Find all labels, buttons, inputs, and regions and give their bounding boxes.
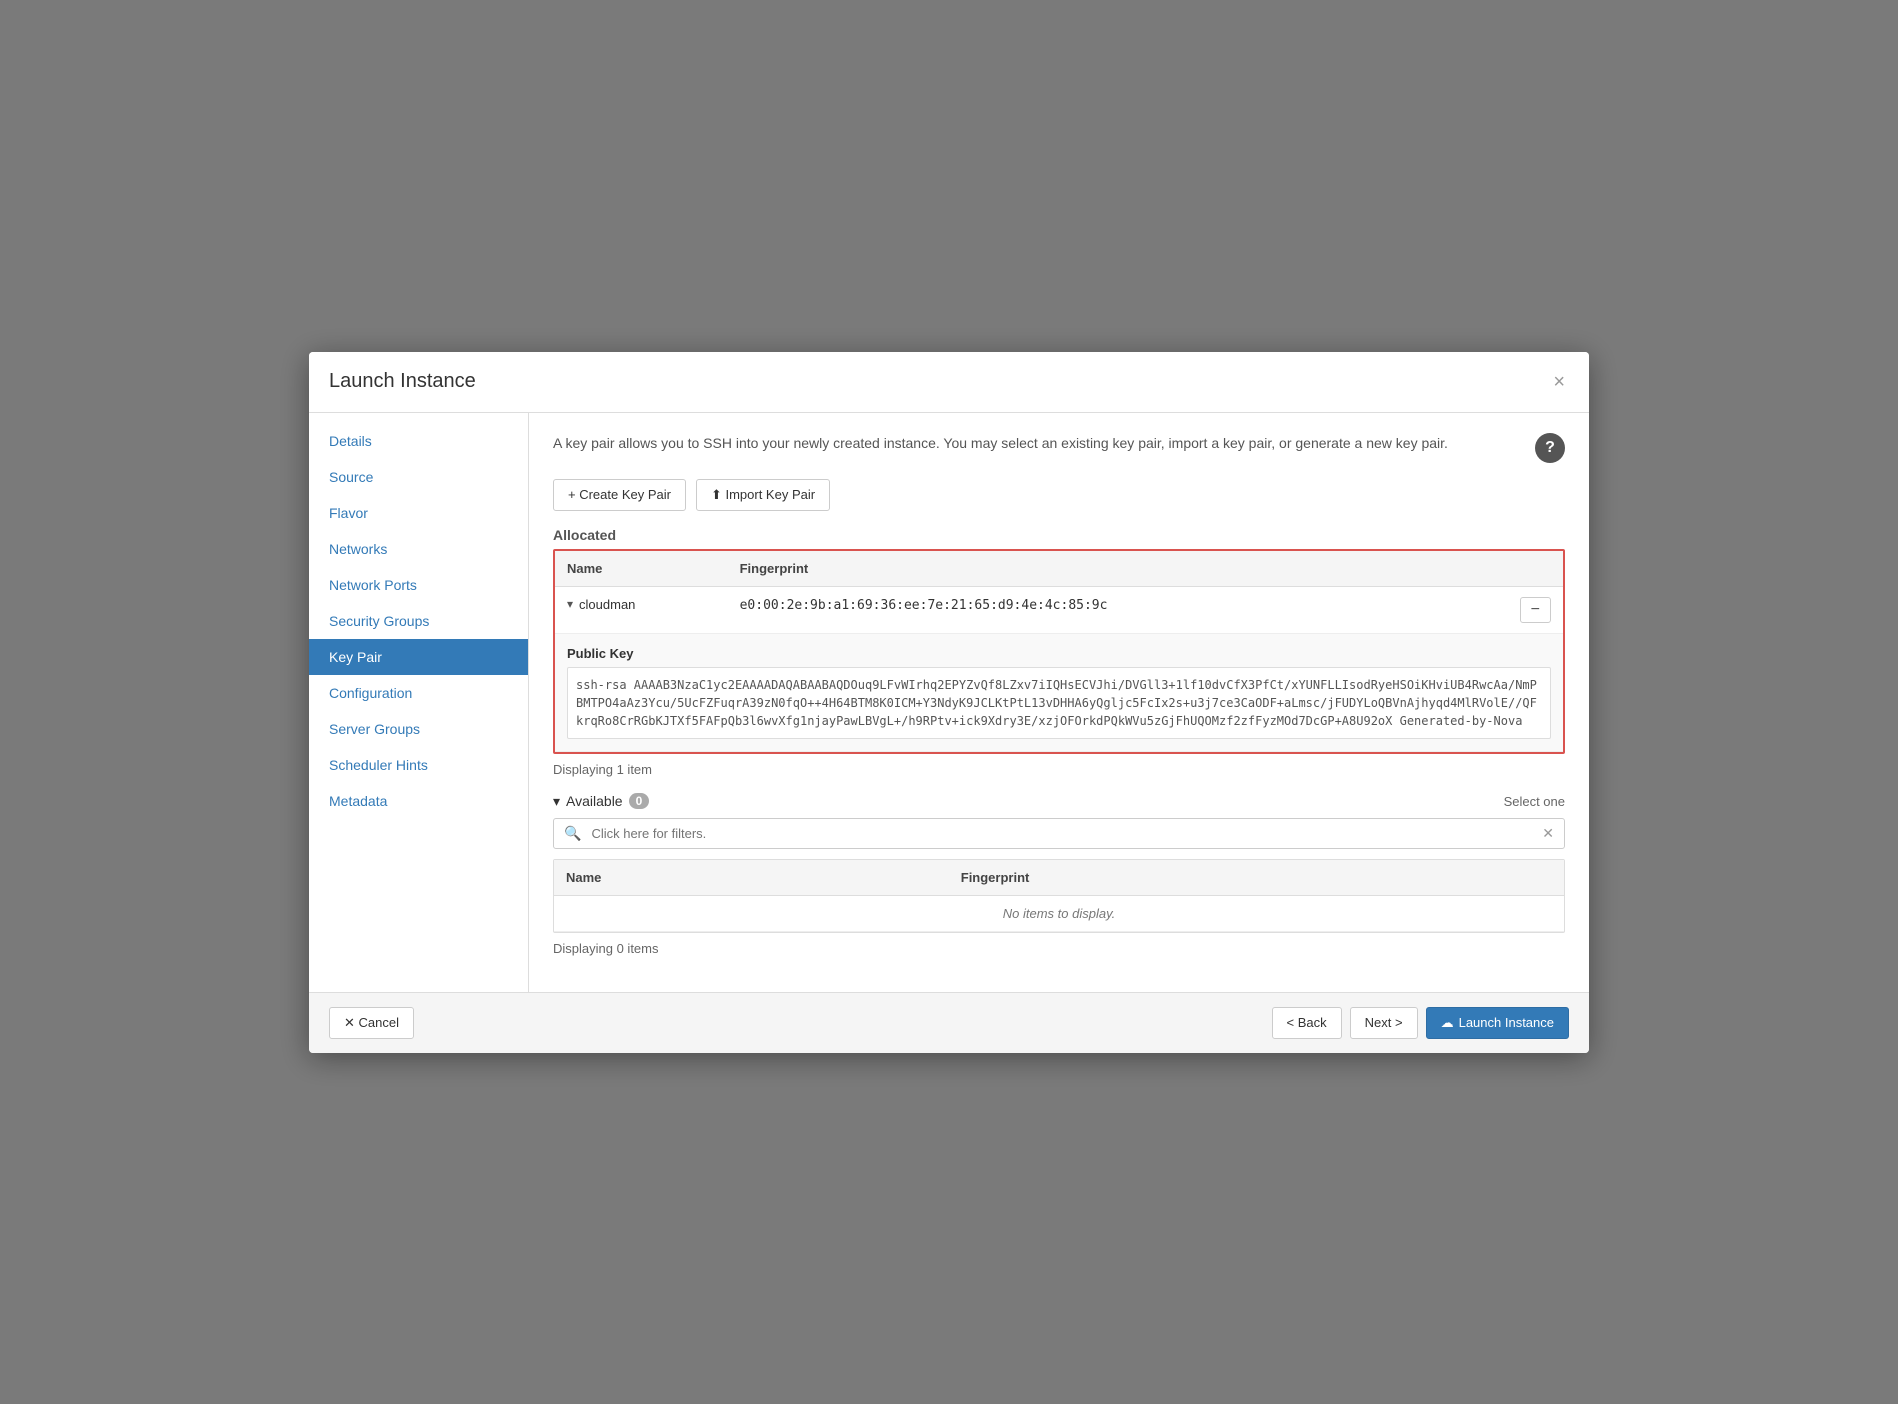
fingerprint-value: e0:00:2e:9b:a1:69:36:ee:7e:21:65:d9:4e:4… (740, 598, 1108, 613)
allocated-fingerprint-col-header: Fingerprint (728, 551, 1460, 587)
main-content: A key pair allows you to SSH into your n… (529, 413, 1589, 992)
displaying-allocated-text: Displaying 1 item (553, 762, 1565, 777)
sidebar: Details Source Flavor Networks Network P… (309, 413, 529, 992)
table-row: ▾ cloudman e0:00:2e:9b:a1:69:36:ee:7e:21… (555, 586, 1563, 633)
sidebar-item-security-groups[interactable]: Security Groups (309, 603, 528, 639)
sidebar-item-configuration[interactable]: Configuration (309, 675, 528, 711)
action-buttons: + Create Key Pair ⬆ Import Key Pair (553, 479, 1565, 511)
available-table: Name Fingerprint No items to display. (554, 860, 1564, 932)
key-row-header: ▾ cloudman (567, 597, 716, 612)
filter-row: 🔍 ✕ (553, 818, 1565, 849)
available-count-badge: 0 (629, 793, 650, 809)
available-table-head: Name Fingerprint (554, 860, 1564, 896)
key-name: cloudman (579, 597, 635, 612)
modal-overlay: Launch Instance × Details Source Flavor … (0, 0, 1898, 1404)
search-icon: 🔍 (554, 819, 591, 848)
allocated-name-cell: ▾ cloudman (555, 586, 728, 633)
allocated-action-col-header (1460, 551, 1563, 587)
back-button[interactable]: < Back (1272, 1007, 1342, 1039)
remove-key-button[interactable]: − (1520, 597, 1551, 623)
launch-instance-modal: Launch Instance × Details Source Flavor … (309, 352, 1589, 1053)
chevron-available-icon: ▾ (553, 793, 560, 810)
launch-instance-button[interactable]: ☁ Launch Instance (1426, 1007, 1569, 1039)
public-key-cell: Public Key ssh-rsa AAAAB3NzaC1yc2EAAAADA… (555, 633, 1563, 751)
allocated-table: Name Fingerprint ▾ c (555, 551, 1563, 752)
sidebar-item-server-groups[interactable]: Server Groups (309, 711, 528, 747)
allocated-name-col-header: Name (555, 551, 728, 587)
public-key-row: Public Key ssh-rsa AAAAB3NzaC1yc2EAAAADA… (555, 633, 1563, 751)
allocated-fingerprint-cell: e0:00:2e:9b:a1:69:36:ee:7e:21:65:d9:4e:4… (728, 586, 1460, 633)
available-label-text: Available (566, 793, 623, 809)
allocated-label: Allocated (553, 527, 1565, 543)
clear-filter-icon[interactable]: ✕ (1532, 819, 1564, 848)
sidebar-item-network-ports[interactable]: Network Ports (309, 567, 528, 603)
available-fingerprint-col-header: Fingerprint (949, 860, 1564, 896)
public-key-label: Public Key (567, 646, 1551, 661)
public-key-text: ssh-rsa AAAAB3NzaC1yc2EAAAADAQABAABAQDOu… (567, 667, 1551, 739)
modal-footer: ✕ Cancel < Back Next > ☁ Launch Instance (309, 992, 1589, 1053)
allocated-table-container: Name Fingerprint ▾ c (553, 549, 1565, 754)
available-label-group[interactable]: ▾ Available 0 (553, 793, 649, 810)
available-table-header-row: Name Fingerprint (554, 860, 1564, 896)
sidebar-item-flavor[interactable]: Flavor (309, 495, 528, 531)
help-button[interactable]: ? (1535, 433, 1565, 463)
allocated-table-body: ▾ cloudman e0:00:2e:9b:a1:69:36:ee:7e:21… (555, 586, 1563, 751)
description-text: A key pair allows you to SSH into your n… (553, 433, 1519, 454)
footer-right: < Back Next > ☁ Launch Instance (1272, 1007, 1569, 1039)
allocated-action-cell: − (1460, 586, 1563, 633)
sidebar-item-scheduler-hints[interactable]: Scheduler Hints (309, 747, 528, 783)
chevron-down-icon[interactable]: ▾ (567, 597, 573, 611)
next-button[interactable]: Next > (1350, 1007, 1418, 1039)
available-name-col-header: Name (554, 860, 949, 896)
launch-icon: ☁ (1441, 1015, 1454, 1031)
available-table-body: No items to display. (554, 895, 1564, 931)
description-row: A key pair allows you to SSH into your n… (553, 433, 1565, 463)
close-button[interactable]: × (1549, 368, 1569, 396)
footer-left: ✕ Cancel (329, 1007, 414, 1039)
displaying-available-text: Displaying 0 items (553, 941, 1565, 956)
sidebar-item-details[interactable]: Details (309, 423, 528, 459)
modal-header: Launch Instance × (309, 352, 1589, 413)
filter-input[interactable] (591, 820, 1532, 847)
modal-title: Launch Instance (329, 370, 476, 393)
sidebar-item-networks[interactable]: Networks (309, 531, 528, 567)
available-header: ▾ Available 0 Select one (553, 793, 1565, 810)
sidebar-item-key-pair[interactable]: Key Pair (309, 639, 528, 675)
sidebar-item-source[interactable]: Source (309, 459, 528, 495)
select-one-label: Select one (1504, 794, 1565, 809)
public-key-section: Public Key ssh-rsa AAAAB3NzaC1yc2EAAAADA… (555, 634, 1563, 751)
modal-body: Details Source Flavor Networks Network P… (309, 413, 1589, 992)
no-items-cell: No items to display. (554, 895, 1564, 931)
launch-label: Launch Instance (1459, 1015, 1554, 1030)
no-items-row: No items to display. (554, 895, 1564, 931)
allocated-table-header-row: Name Fingerprint (555, 551, 1563, 587)
cancel-button[interactable]: ✕ Cancel (329, 1007, 414, 1039)
import-key-pair-button[interactable]: ⬆ Import Key Pair (696, 479, 830, 511)
available-table-container: Name Fingerprint No items to display. (553, 859, 1565, 933)
create-key-pair-button[interactable]: + Create Key Pair (553, 479, 686, 511)
allocated-table-head: Name Fingerprint (555, 551, 1563, 587)
sidebar-item-metadata[interactable]: Metadata (309, 783, 528, 819)
